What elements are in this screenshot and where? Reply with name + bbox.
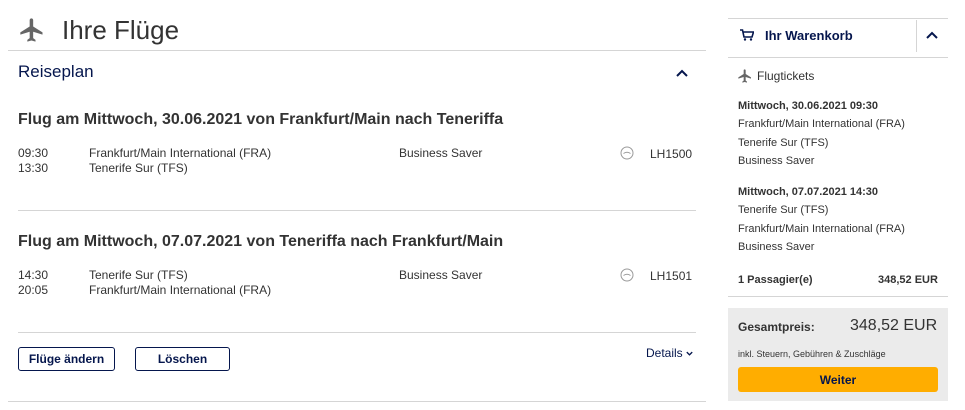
continue-button[interactable]: Weiter — [738, 367, 938, 392]
departure-airport: Frankfurt/Main International (FRA) — [89, 146, 272, 160]
divider — [8, 401, 706, 402]
delete-button[interactable]: Löschen — [135, 347, 230, 371]
passenger-count: 1 Passagier(e) — [738, 274, 813, 286]
page-header: Ihre Flüge — [18, 12, 179, 48]
flight-heading: Flug am Mittwoch, 07.07.2021 von Tenerif… — [18, 233, 504, 250]
passenger-price: 348,52 EUR — [878, 274, 938, 286]
divider — [18, 332, 696, 333]
total-note: inkl. Steuern, Gebühren & Zuschläge — [738, 349, 886, 359]
flight-number: LH1501 — [650, 269, 693, 283]
divider — [728, 57, 948, 58]
fare-type: Business Saver — [399, 146, 483, 160]
details-link[interactable]: Details — [646, 346, 694, 360]
plane-icon — [20, 18, 43, 42]
departure-airport: Tenerife Sur (TFS) — [89, 268, 188, 282]
page-title: Ihre Flüge — [62, 14, 180, 45]
arrival-time: 20:05 — [18, 283, 49, 297]
section-title: Reiseplan — [18, 62, 94, 81]
chevron-down-icon — [686, 351, 693, 356]
cart-outbound-fare: Business Saver — [738, 155, 815, 167]
cart-title[interactable]: Ihr Warenkorb — [765, 28, 853, 43]
chevron-up-icon[interactable] — [924, 28, 940, 44]
departure-time: 14:30 — [18, 268, 49, 282]
fare-type: Business Saver — [399, 268, 483, 282]
lufthansa-crane-icon — [620, 268, 634, 282]
shopping-cart-icon — [740, 29, 754, 41]
arrival-airport: Frankfurt/Main International (FRA) — [89, 283, 272, 297]
divider — [8, 50, 706, 51]
cart-inbound-fare: Business Saver — [738, 241, 815, 253]
change-flights-button[interactable]: Flüge ändern — [18, 347, 115, 371]
departure-time: 09:30 — [18, 146, 49, 160]
cart-outbound-datetime: Mittwoch, 30.06.2021 09:30 — [738, 100, 879, 112]
divider — [916, 20, 917, 52]
arrival-airport: Tenerife Sur (TFS) — [89, 161, 188, 175]
divider — [18, 210, 696, 211]
divider — [728, 18, 948, 19]
total-price: 348,52 EUR — [850, 317, 938, 334]
details-label: Details — [646, 346, 683, 360]
cart-inbound-to: Frankfurt/Main International (FRA) — [738, 223, 905, 235]
total-label: Gesamtpreis: — [738, 320, 815, 334]
arrival-time: 13:30 — [18, 161, 49, 175]
divider — [728, 296, 948, 297]
lufthansa-crane-icon — [620, 146, 634, 160]
chevron-up-icon[interactable] — [674, 66, 690, 82]
cart-outbound-from: Frankfurt/Main International (FRA) — [738, 118, 905, 130]
cart-inbound-datetime: Mittwoch, 07.07.2021 14:30 — [738, 186, 879, 198]
flight-number: LH1500 — [650, 147, 693, 161]
plane-icon — [738, 69, 751, 83]
flight-heading: Flug am Mittwoch, 30.06.2021 von Frankfu… — [18, 111, 504, 128]
cart-inbound-from: Tenerife Sur (TFS) — [738, 204, 829, 216]
flight-tickets-label: Flugtickets — [757, 69, 815, 83]
cart-outbound-to: Tenerife Sur (TFS) — [738, 137, 829, 149]
